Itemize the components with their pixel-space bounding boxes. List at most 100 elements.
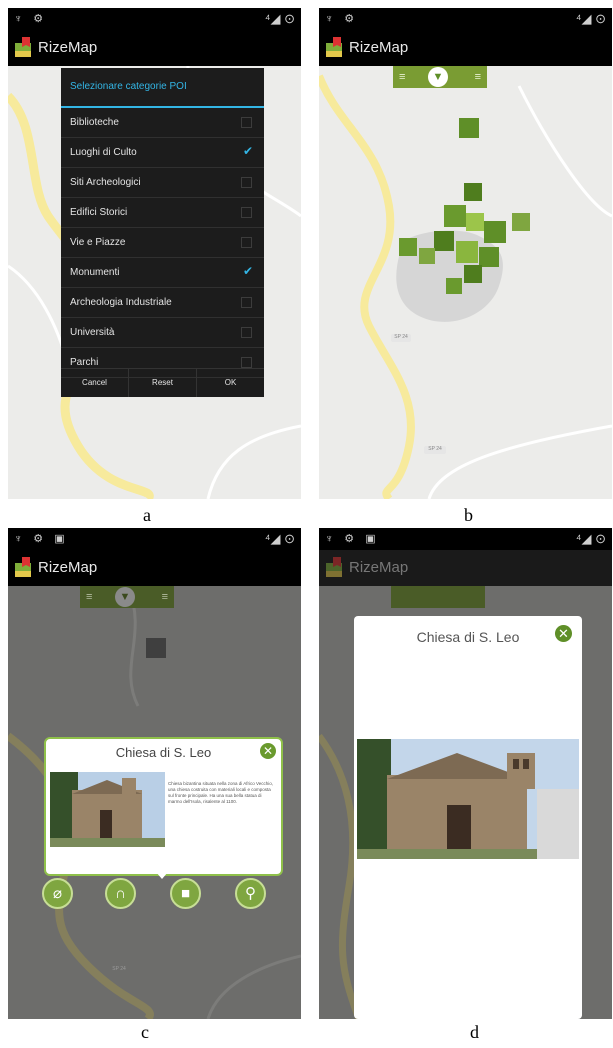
poi-marker-icon[interactable] <box>146 638 166 658</box>
category-checkbox[interactable] <box>241 327 252 338</box>
magnifier-icon: ⚲ <box>245 885 256 902</box>
category-checkbox[interactable] <box>241 177 252 188</box>
category-label: Parchi <box>70 357 99 368</box>
poi-cluster <box>394 183 534 303</box>
video-button[interactable]: ■ <box>170 878 201 909</box>
app-logo-icon <box>326 37 342 57</box>
dropdown-toggle-icon[interactable]: ▼ <box>428 67 448 87</box>
dialog-title: Selezionare categorie POI <box>61 68 264 108</box>
category-checkbox[interactable] <box>241 357 252 368</box>
poi-marker-icon[interactable] <box>479 247 499 267</box>
poi-detail-card: Chiesa di S. Leo ✕ <box>354 616 582 1019</box>
panel-d: ♆ ⚙ ▣ ⁴◢ ⊙ RizeMap Chiesa di S. Leo ✕ <box>319 528 612 1019</box>
attachment-button[interactable]: ⌀ <box>42 878 73 909</box>
poi-marker-icon[interactable] <box>466 213 484 231</box>
poi-marker-icon[interactable] <box>464 265 482 283</box>
category-checkbox[interactable] <box>241 237 252 248</box>
caption-d: d <box>470 1022 479 1042</box>
poi-marker-icon[interactable] <box>419 248 435 264</box>
church-photo <box>50 772 165 847</box>
status-icons-left: ♆ ⚙ ▣ <box>14 533 69 545</box>
poi-marker-icon[interactable] <box>456 241 478 263</box>
app-logo-icon <box>15 557 31 577</box>
category-label: Siti Archeologici <box>70 177 141 188</box>
poi-marker-icon[interactable] <box>444 205 466 227</box>
close-icon[interactable]: ✕ <box>260 743 276 759</box>
church-photo[interactable] <box>357 739 579 859</box>
poi-popup: Chiesa di S. Leo ✕ Chiesa bizantina situ… <box>44 737 283 876</box>
menu-icon[interactable]: ≡ <box>475 71 481 83</box>
poi-marker-icon[interactable] <box>399 238 417 256</box>
category-checkbox[interactable] <box>241 207 252 218</box>
category-row-universita[interactable]: Università <box>61 318 264 348</box>
category-label: Università <box>70 327 115 338</box>
poi-marker-icon[interactable] <box>464 183 482 201</box>
poi-marker-icon[interactable] <box>512 213 530 231</box>
panel-c: ♆ ⚙ ▣ ⁴◢ ⊙ RizeMap ≡ ▼ ≡ SP 24 Chiesa di… <box>8 528 301 1019</box>
app-title: RizeMap <box>349 39 409 56</box>
app-bar: RizeMap <box>319 30 612 66</box>
status-bar: ♆ ⚙ ⁴◢ ⊙ <box>8 8 301 30</box>
category-row-biblioteche[interactable]: Biblioteche <box>61 108 264 138</box>
app-title: RizeMap <box>38 39 98 56</box>
road-label: SP 24 <box>112 966 126 972</box>
caption-a: a <box>143 505 151 525</box>
category-row-monumenti[interactable]: Monumenti ✔ <box>61 258 264 288</box>
category-row-siti-archeologici[interactable]: Siti Archeologici <box>61 168 264 198</box>
status-icons-right: ⁴◢ ⊙ <box>264 11 295 26</box>
app-bar: RizeMap <box>319 550 612 586</box>
poi-marker-icon[interactable] <box>459 118 479 138</box>
category-row-edifici-storici[interactable]: Edifici Storici <box>61 198 264 228</box>
panel-a: ♆ ⚙ ⁴◢ ⊙ RizeMap Selezionare categorie P… <box>8 8 301 499</box>
poi-marker-icon[interactable] <box>446 278 462 294</box>
app-logo-icon <box>326 557 342 577</box>
cancel-button[interactable]: Cancel <box>61 369 129 397</box>
card-title: Chiesa di S. Leo <box>416 629 520 645</box>
category-row-archeologia-industriale[interactable]: Archeologia Industriale <box>61 288 264 318</box>
paperclip-icon: ⌀ <box>52 885 63 902</box>
close-icon[interactable]: ✕ <box>555 625 572 642</box>
category-label: Edifici Storici <box>70 207 128 218</box>
popup-pointer <box>156 872 168 879</box>
app-title: RizeMap <box>38 559 98 576</box>
map-toolbar: ≡ ▼ ≡ <box>393 66 487 88</box>
caption-b: b <box>464 505 473 525</box>
map-toolbar <box>391 586 485 608</box>
status-bar: ♆ ⚙ ⁴◢ ⊙ <box>319 8 612 30</box>
category-row-luoghi-di-culto[interactable]: Luoghi di Culto ✔ <box>61 138 264 168</box>
category-label: Monumenti <box>70 267 120 278</box>
popup-title: Chiesa di S. Leo <box>115 745 212 760</box>
category-checkbox[interactable] <box>241 297 252 308</box>
dropdown-toggle-icon[interactable]: ▼ <box>115 587 135 607</box>
menu-icon[interactable]: ≡ <box>162 591 168 603</box>
panel-b: ♆ ⚙ ⁴◢ ⊙ RizeMap ≡ ▼ ≡ SP 24 SP 24 <box>319 8 612 499</box>
checkmark-icon[interactable]: ✔ <box>243 265 253 277</box>
video-camera-icon: ■ <box>180 885 191 902</box>
status-icons-left: ♆ ⚙ <box>325 13 359 25</box>
category-row-vie-e-piazze[interactable]: Vie e Piazze <box>61 228 264 258</box>
status-bar: ♆ ⚙ ▣ ⁴◢ ⊙ <box>8 528 301 550</box>
dialog-buttons: Cancel Reset OK <box>61 368 264 397</box>
search-button[interactable]: ⚲ <box>235 878 266 909</box>
status-icons-left: ♆ ⚙ ▣ <box>325 533 380 545</box>
ok-button[interactable]: OK <box>197 369 264 397</box>
category-checkbox[interactable] <box>241 117 252 128</box>
category-label: Biblioteche <box>70 117 119 128</box>
status-icons-right: ⁴◢ ⊙ <box>575 11 606 26</box>
checkmark-icon[interactable]: ✔ <box>243 145 253 157</box>
app-bar: RizeMap <box>8 30 301 66</box>
category-label: Archeologia Industriale <box>70 297 172 308</box>
map-toolbar: ≡ ▼ ≡ <box>80 586 174 608</box>
poi-marker-icon[interactable] <box>434 231 454 251</box>
road-label: SP 24 <box>394 334 408 340</box>
reset-button[interactable]: Reset <box>129 369 197 397</box>
popup-description: Chiesa bizantina situata nella zona di A… <box>168 781 274 804</box>
audio-button[interactable]: ∩ <box>105 878 136 909</box>
menu-icon[interactable]: ≡ <box>399 71 405 83</box>
poi-marker-icon[interactable] <box>484 221 506 243</box>
menu-icon[interactable]: ≡ <box>86 591 92 603</box>
status-bar: ♆ ⚙ ▣ ⁴◢ ⊙ <box>319 528 612 550</box>
app-logo-icon <box>15 37 31 57</box>
headphones-icon: ∩ <box>115 885 126 902</box>
category-dialog: Selezionare categorie POI Biblioteche Lu… <box>61 68 264 397</box>
